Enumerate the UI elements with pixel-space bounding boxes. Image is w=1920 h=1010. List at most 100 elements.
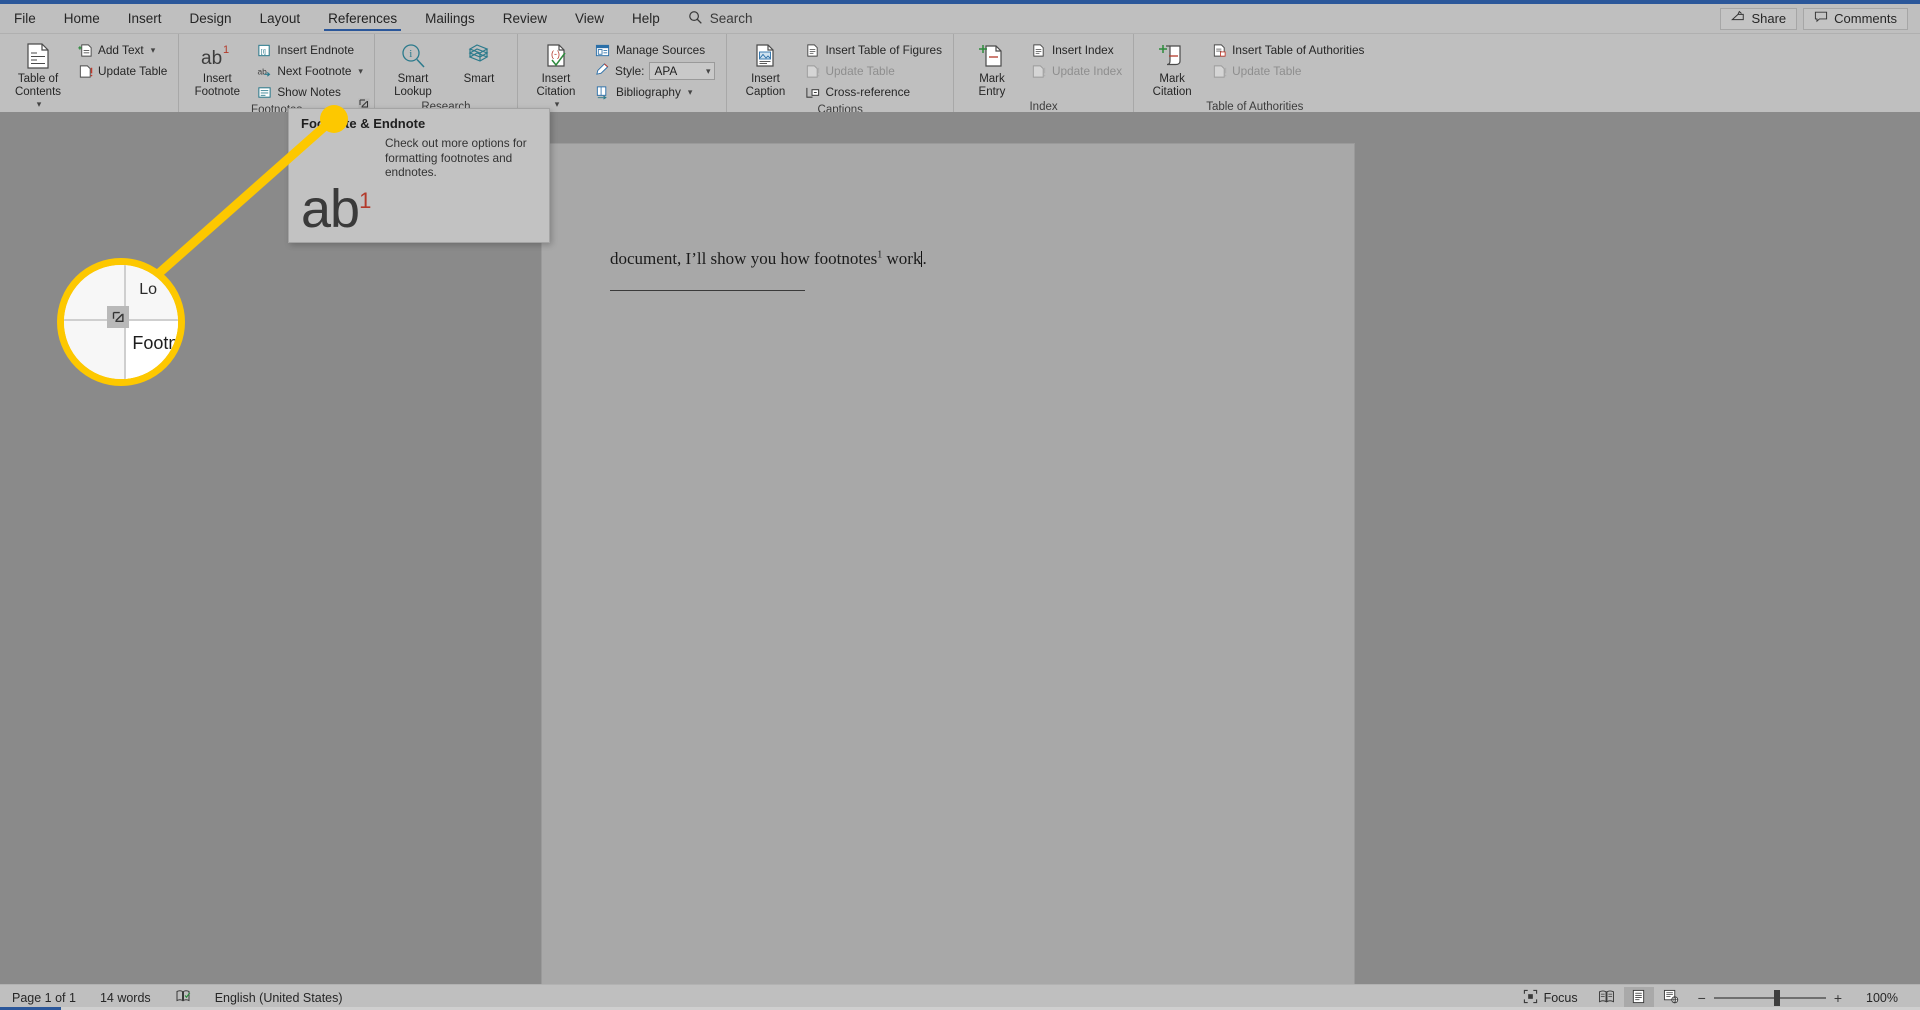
insert-endnote-button[interactable]: [i] Insert Endnote [252, 40, 367, 60]
svg-text:ab: ab [201, 48, 222, 69]
insert-footnote-button[interactable]: ab 1 Insert Footnote [186, 39, 248, 99]
ribbon-group-citations-bibliography: (-) Insert Citation ▾ Manage Sources Sty… [518, 34, 728, 124]
toc-small-buttons: Add Text ▾ Update Table [73, 39, 171, 81]
next-footnote-button[interactable]: ab Next Footnote ▾ [252, 61, 367, 81]
tab-design-label: Design [189, 11, 232, 26]
focus-icon [1523, 989, 1538, 1007]
ribbon-group-table-of-authorities: Mark Citation Insert Table of Authoritie… [1134, 34, 1375, 113]
tab-review[interactable]: Review [489, 4, 561, 33]
table-of-contents-label: Table of Contents ▾ [14, 73, 62, 110]
insert-index-button[interactable]: Insert Index [1027, 40, 1126, 60]
ribbon-group-footnotes: ab1 Insert Footnote [i] Insert Endnote [179, 34, 375, 116]
proofing-icon [175, 988, 191, 1007]
comments-button[interactable]: Comments [1803, 7, 1908, 30]
update-table-figures-label: Update Table [825, 64, 895, 78]
update-table-icon [804, 63, 820, 79]
researcher-label: Smart [463, 73, 495, 85]
manage-sources-button[interactable]: Manage Sources [591, 40, 720, 60]
zoom-slider[interactable]: − + [1688, 989, 1852, 1006]
tab-help[interactable]: Help [618, 4, 674, 33]
mark-entry-button[interactable]: Mark Entry [961, 39, 1023, 99]
tab-file-label: File [14, 11, 36, 26]
table-of-contents-button[interactable]: Table of Contents ▾ [7, 39, 69, 110]
insert-table-of-authorities-button[interactable]: Insert Table of Authorities [1207, 40, 1368, 60]
insert-caption-icon [751, 41, 779, 71]
tooltip-title: Footnote & Endnote [301, 116, 426, 131]
smart-lookup-label: Smart Lookup [394, 73, 432, 99]
tooltip-art-superscript: 1 [359, 188, 371, 213]
zoom-in-button[interactable]: + [1834, 990, 1842, 1006]
chevron-down-icon[interactable]: ▾ [358, 66, 363, 77]
zoom-out-button[interactable]: − [1698, 990, 1706, 1006]
chevron-down-icon[interactable]: ▾ [688, 87, 693, 98]
zoom-slider-thumb[interactable] [1774, 989, 1781, 1006]
search-box[interactable]: Search [674, 4, 767, 33]
web-layout-button[interactable] [1656, 987, 1686, 1009]
citation-style-select[interactable]: APA ▾ [649, 62, 716, 80]
cross-reference-button[interactable]: Cross-reference [800, 82, 946, 102]
citation-style-label: Style: [614, 64, 645, 78]
insert-caption-label: Insert Caption [745, 73, 786, 99]
toc-icon [25, 41, 51, 71]
tab-mailings[interactable]: Mailings [411, 4, 489, 33]
chevron-down-icon: ▾ [705, 65, 711, 76]
dialog-launcher-icon [107, 306, 130, 329]
mark-citation-button[interactable]: Mark Citation [1141, 39, 1203, 99]
insert-citation-button[interactable]: (-) Insert Citation ▾ [525, 39, 587, 110]
researcher-button[interactable]: Smart [448, 39, 510, 86]
body-text-after: work [882, 249, 922, 268]
tab-view[interactable]: View [561, 4, 618, 33]
status-page-count[interactable]: Page 1 of 1 [0, 991, 88, 1005]
chevron-down-icon[interactable]: ▾ [151, 45, 156, 56]
tab-layout-label: Layout [259, 11, 301, 26]
tab-home[interactable]: Home [50, 4, 114, 33]
update-table-authorities-button: Update Table [1207, 61, 1368, 81]
footnote-small-buttons: [i] Insert Endnote ab Next Footnote ▾ Sh… [252, 39, 367, 102]
update-index-button: Update Index [1027, 61, 1126, 81]
web-layout-icon [1663, 989, 1679, 1007]
tab-mailings-label: Mailings [425, 11, 475, 26]
chevron-down-icon[interactable]: ▾ [17, 99, 61, 109]
print-layout-button[interactable] [1623, 986, 1654, 1009]
insert-table-of-figures-button[interactable]: Insert Table of Figures [800, 40, 946, 60]
update-table-icon [77, 63, 93, 79]
zoom-level[interactable]: 100% [1854, 991, 1910, 1005]
read-mode-button[interactable] [1592, 987, 1622, 1009]
insert-caption-button[interactable]: Insert Caption [734, 39, 796, 99]
cross-reference-label: Cross-reference [825, 85, 911, 99]
tab-insert[interactable]: Insert [114, 4, 176, 33]
svg-text:1: 1 [223, 44, 229, 56]
style-brush-icon [595, 62, 610, 80]
status-language[interactable]: English (United States) [203, 991, 355, 1005]
tab-file[interactable]: File [0, 4, 50, 33]
tooltip-art-text: ab [301, 179, 360, 239]
tab-layout[interactable]: Layout [246, 4, 315, 33]
focus-mode-button[interactable]: Focus [1511, 989, 1590, 1007]
mark-entry-label: Mark Entry [978, 73, 1006, 99]
insert-table-of-authorities-label: Insert Table of Authorities [1232, 43, 1365, 57]
insert-table-of-figures-label: Insert Table of Figures [825, 43, 942, 57]
status-proofing[interactable] [163, 988, 203, 1007]
insert-endnote-label: Insert Endnote [277, 43, 355, 57]
tab-design[interactable]: Design [176, 4, 246, 33]
zoom-slider-track[interactable] [1713, 989, 1826, 1006]
tab-insert-label: Insert [127, 11, 162, 26]
tab-references[interactable]: References [314, 4, 411, 33]
document-page[interactable]: document, I’ll show you how footnotes1 w… [542, 144, 1354, 984]
bibliography-button[interactable]: Bibliography ▾ [591, 82, 720, 102]
zoom-level-label: 100% [1866, 990, 1898, 1005]
status-word-count[interactable]: 14 words [88, 991, 163, 1005]
add-text-icon [77, 42, 93, 58]
share-button[interactable]: Share [1720, 7, 1798, 30]
share-icon [1731, 10, 1745, 27]
add-text-button[interactable]: Add Text ▾ [73, 40, 171, 60]
zoom-magnifier-circle: Lo Footn [57, 258, 185, 386]
smart-lookup-button[interactable]: i Smart Lookup [382, 39, 444, 99]
ribbon-group-captions: Insert Caption Insert Table of Figures U… [727, 34, 954, 116]
cross-reference-icon [804, 84, 820, 100]
focus-label: Focus [1543, 990, 1578, 1005]
tooltip-ab1-icon: ab1 [301, 179, 371, 239]
document-body-text[interactable]: document, I’ll show you how footnotes1 w… [610, 249, 1294, 269]
update-table-button[interactable]: Update Table [73, 61, 171, 81]
show-notes-button[interactable]: Show Notes [252, 82, 367, 102]
